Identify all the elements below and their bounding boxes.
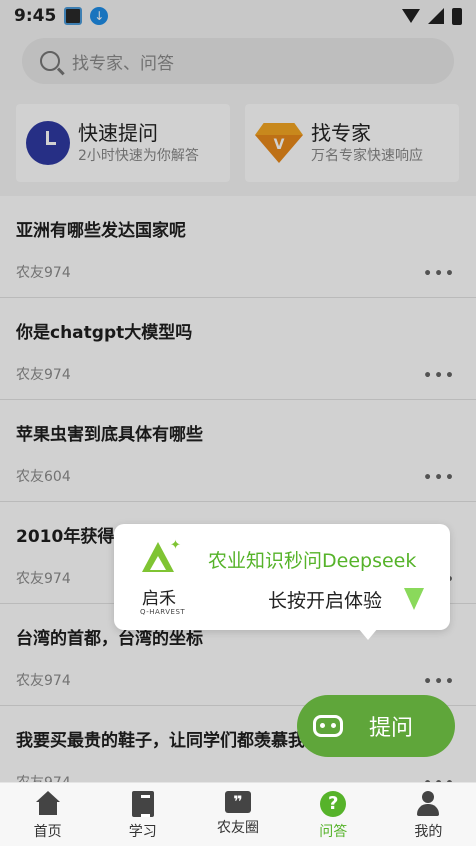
nav-label: 学习: [128, 824, 157, 840]
find-expert-text: 找专家 万名专家快速响应: [311, 120, 423, 166]
battery-icon: [452, 7, 462, 25]
quick-ask-subtitle: 2小时快速为你解答: [78, 148, 199, 164]
book-icon: [131, 791, 154, 817]
question-author: 农友974: [16, 571, 71, 587]
ask-button-label: 提问: [369, 716, 414, 741]
ask-button[interactable]: 提问: [297, 695, 455, 757]
more-icon[interactable]: •••: [423, 266, 456, 282]
nav-item-qa[interactable]: ? 问答: [286, 783, 381, 846]
bottom-nav: 首页 学习 ❞ 农友圈 ? 问答 我的: [0, 782, 476, 846]
nav-item-study[interactable]: 学习: [95, 783, 190, 846]
nav-item-home[interactable]: 首页: [0, 783, 95, 846]
find-expert-title: 找专家: [311, 121, 371, 145]
quick-ask-text: 快速提问 2小时快速为你解答: [78, 120, 199, 166]
system-icons: [402, 7, 462, 25]
nav-label: 问答: [319, 824, 348, 840]
quick-ask-card[interactable]: 快速提问 2小时快速为你解答: [16, 104, 230, 182]
search-placeholder: 找专家、问答: [72, 53, 174, 74]
nav-label: 我的: [414, 824, 443, 840]
nav-item-community[interactable]: ❞ 农友圈: [190, 783, 285, 846]
question-title: 你是chatgpt大模型吗: [16, 323, 193, 343]
question-title: 亚洲有哪些发达国家呢: [16, 221, 186, 241]
robot-icon: [313, 715, 343, 737]
user-icon: [415, 791, 441, 817]
question-item[interactable]: 苹果虫害到底具体有哪些 农友604 •••: [0, 400, 476, 502]
quick-actions: 快速提问 2小时快速为你解答 V 找专家 万名专家快速响应: [0, 90, 476, 196]
nav-label: 农友圈: [217, 820, 259, 836]
question-item[interactable]: 亚洲有哪些发达国家呢 农友974 •••: [0, 196, 476, 298]
question-title: 苹果虫害到底具体有哪些: [16, 425, 203, 445]
app-notification-icon: [64, 7, 83, 25]
find-expert-subtitle: 万名专家快速响应: [311, 148, 423, 164]
nav-item-me[interactable]: 我的: [381, 783, 476, 846]
more-icon[interactable]: •••: [423, 470, 456, 486]
nav-label: 首页: [33, 824, 62, 840]
more-icon[interactable]: •••: [423, 368, 456, 384]
home-icon: [35, 791, 61, 817]
promo-hint: 长按开启体验: [268, 590, 383, 612]
search-area: 找专家、问答: [0, 32, 476, 90]
question-author: 农友604: [16, 469, 71, 485]
brand-name: 启禾: [142, 589, 176, 609]
gem-icon: V: [255, 123, 303, 163]
more-icon[interactable]: •••: [423, 674, 456, 690]
find-expert-card[interactable]: V 找专家 万名专家快速响应: [245, 104, 459, 182]
brand-subtitle: Q-HARVEST: [140, 608, 186, 616]
promo-headline: 农业知识秒问Deepseek: [208, 550, 417, 572]
question-item[interactable]: 你是chatgpt大模型吗 农友974 •••: [0, 298, 476, 400]
help-icon: ?: [320, 791, 347, 817]
question-author: 农友974: [16, 265, 71, 281]
search-icon: [40, 51, 60, 71]
wifi-icon: [402, 9, 420, 23]
download-icon: ↓: [90, 7, 109, 25]
quick-ask-title: 快速提问: [78, 121, 158, 145]
down-arrow-icon: [404, 588, 424, 610]
status-time: 9:45: [14, 6, 57, 26]
question-title: 我要买最贵的鞋子，让同学们都羡慕我: [16, 731, 305, 751]
clock-icon: [26, 121, 70, 165]
question-author: 农友974: [16, 367, 71, 383]
status-bar: 9:45 ↓: [0, 0, 476, 32]
promo-popup[interactable]: ✦ 启禾 Q-HARVEST 农业知识秒问Deepseek 长按开启体验: [114, 524, 450, 640]
signal-icon: [428, 8, 444, 24]
brand-logo-icon: ✦: [136, 538, 186, 580]
question-author: 农友974: [16, 673, 71, 689]
chat-icon: ❞: [225, 791, 251, 813]
search-input[interactable]: 找专家、问答: [22, 38, 454, 84]
